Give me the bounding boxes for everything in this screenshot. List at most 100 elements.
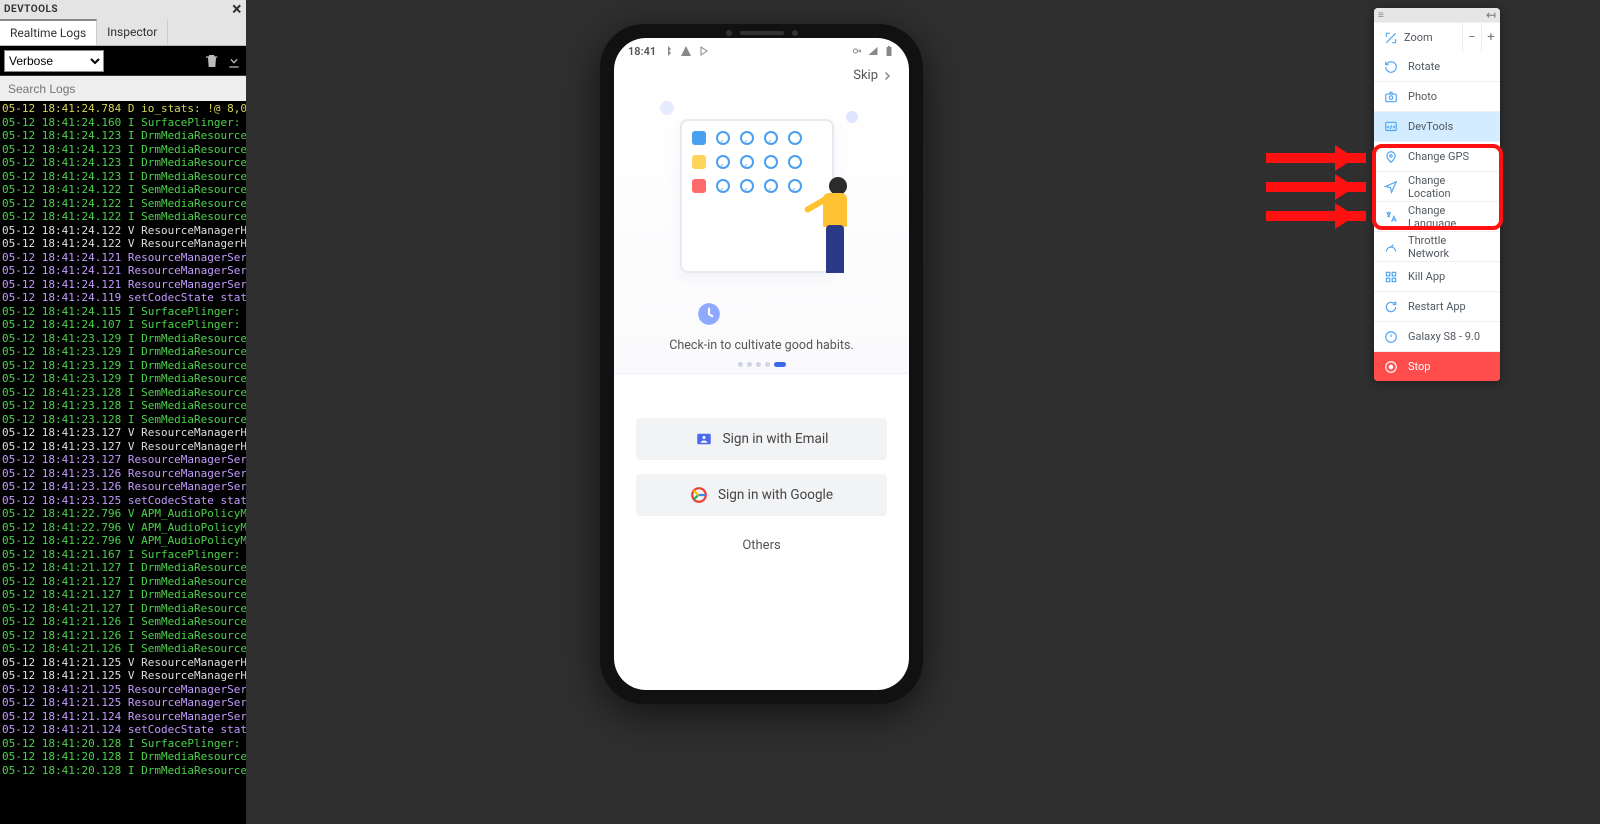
- signin-email-label: Sign in with Email: [723, 431, 829, 447]
- log-line: 05-12 18:41:22.796 V APM_AudioPolicyMana…: [2, 507, 244, 521]
- log-level-select[interactable]: Verbose: [4, 50, 104, 72]
- throttle-icon: [1384, 240, 1398, 254]
- status-bar: 18:41: [614, 38, 909, 64]
- log-line: 05-12 18:41:21.167 I SurfacePlinger: get…: [2, 548, 244, 562]
- collapse-icon[interactable]: ↤: [1486, 8, 1496, 22]
- toolbar-item-location[interactable]: Change Location: [1374, 171, 1500, 201]
- device-icon: [1384, 330, 1398, 344]
- log-line: 05-12 18:41:24.122 I SemMediaResourceHel…: [2, 210, 244, 224]
- chevron-right-icon: [881, 70, 893, 82]
- close-icon[interactable]: ×: [232, 3, 242, 17]
- skip-button[interactable]: Skip: [614, 64, 909, 83]
- toolbar-item-rotate[interactable]: Rotate: [1374, 52, 1500, 81]
- email-icon: [695, 430, 713, 448]
- toolbar-item-gps[interactable]: Change GPS: [1374, 141, 1500, 171]
- log-line: 05-12 18:41:23.128 I SemMediaResourceHel…: [2, 386, 244, 400]
- others-button[interactable]: Others: [614, 538, 909, 553]
- grip-icon: ≡: [1378, 10, 1385, 21]
- tab-realtime-logs[interactable]: Realtime Logs: [0, 19, 97, 45]
- signal-icon: [867, 45, 879, 57]
- skip-label: Skip: [853, 68, 878, 83]
- log-line: 05-12 18:41:24.119 setCodecState state :…: [2, 291, 244, 305]
- download-icon[interactable]: [226, 53, 242, 69]
- toolbar-item-restart[interactable]: Restart App: [1374, 291, 1500, 321]
- log-line: 05-12 18:41:23.129 I DrmMediaResourceHel…: [2, 359, 244, 373]
- log-line: 05-12 18:41:24.123 I DrmMediaResourceHel…: [2, 143, 244, 157]
- annotation-arrow: [1266, 211, 1366, 221]
- tab-inspector[interactable]: Inspector: [97, 19, 168, 45]
- gps-icon: [1384, 150, 1398, 164]
- toolbar-drag-handle[interactable]: ≡ ↤: [1374, 8, 1500, 22]
- zoom-label: Zoom: [1404, 31, 1462, 44]
- battery-icon: [883, 45, 895, 57]
- log-line: 05-12 18:41:21.127 I DrmMediaResourceHel…: [2, 575, 244, 589]
- log-line: 05-12 18:41:20.128 I DrmMediaResourceHel…: [2, 750, 244, 764]
- toolbar-item-label: Rotate: [1408, 60, 1440, 73]
- devtools-header: DEVTOOLS ×: [0, 0, 246, 19]
- google-icon: [690, 486, 708, 504]
- language-icon: [1384, 210, 1398, 224]
- devtools-panel: DEVTOOLS × Realtime Logs Inspector Verbo…: [0, 0, 246, 824]
- toolbar-item-label: Stop: [1408, 360, 1430, 373]
- toolbar-item-label: Kill App: [1408, 270, 1445, 283]
- log-line: 05-12 18:41:24.115 I SurfacePlinger: get…: [2, 305, 244, 319]
- log-line: 05-12 18:41:21.124 ResourceManagerServic…: [2, 710, 244, 724]
- log-line: 05-12 18:41:21.124 setCodecState state :…: [2, 723, 244, 737]
- toolbar-item-kill[interactable]: Kill App: [1374, 261, 1500, 291]
- toolbar-zoom: Zoom − +: [1374, 22, 1500, 52]
- phone-screen[interactable]: 18:41 Skip: [614, 38, 909, 690]
- log-line: 05-12 18:41:22.796 V APM_AudioPolicyMana…: [2, 534, 244, 548]
- search-logs-input[interactable]: [0, 76, 246, 101]
- log-line: 05-12 18:41:21.127 I DrmMediaResourceHel…: [2, 588, 244, 602]
- toolbar-item-label: Change Location: [1408, 174, 1490, 200]
- log-line: 05-12 18:41:24.784 D io_stats: !@ 8,0 r …: [2, 102, 244, 116]
- warning-icon: [680, 45, 692, 57]
- zoom-in-button[interactable]: +: [1481, 23, 1500, 52]
- toolbar-item-label: Restart App: [1408, 300, 1466, 313]
- log-line: 05-12 18:41:23.129 I DrmMediaResourceHel…: [2, 332, 244, 346]
- kill-icon: [1384, 270, 1398, 284]
- devtools-icon: [1384, 120, 1398, 134]
- status-time: 18:41: [628, 45, 656, 58]
- expand-icon[interactable]: [1384, 31, 1398, 45]
- toolbar-item-label: Change Language: [1408, 204, 1490, 230]
- toolbar-item-label: Throttle Network: [1408, 234, 1490, 260]
- toolbar-item-photo[interactable]: Photo: [1374, 81, 1500, 111]
- onboarding-illustration: Check-in to cultivate good habits.: [614, 93, 909, 374]
- phone-volume-button: [923, 144, 926, 190]
- log-line: 05-12 18:41:20.128 I DrmMediaResourceHel…: [2, 764, 244, 778]
- signin-google-button[interactable]: Sign in with Google: [636, 474, 887, 516]
- log-line: 05-12 18:41:23.129 I DrmMediaResourceHel…: [2, 345, 244, 359]
- log-line: 05-12 18:41:23.126 ResourceManagerServic…: [2, 467, 244, 481]
- zoom-out-button[interactable]: −: [1462, 23, 1481, 52]
- phone-power-button: [923, 199, 926, 269]
- log-line: 05-12 18:41:23.126 ResourceManagerServic…: [2, 480, 244, 494]
- toolbar-item-devtools[interactable]: DevTools: [1374, 111, 1500, 141]
- log-line: 05-12 18:41:21.126 I SemMediaResourceHel…: [2, 615, 244, 629]
- phone-emulator: 18:41 Skip: [600, 24, 923, 704]
- log-line: 05-12 18:41:23.129 I DrmMediaResourceHel…: [2, 372, 244, 386]
- log-line: 05-12 18:41:24.123 I DrmMediaResourceHel…: [2, 170, 244, 184]
- toolbar-item-label: Photo: [1408, 90, 1437, 103]
- signin-google-label: Sign in with Google: [718, 487, 833, 503]
- toolbar-item-throttle[interactable]: Throttle Network: [1374, 231, 1500, 261]
- log-line: 05-12 18:41:24.121 ResourceManagerServic…: [2, 278, 244, 292]
- log-output[interactable]: 05-12 18:41:24.784 D io_stats: !@ 8,0 r …: [0, 101, 246, 824]
- restart-icon: [1384, 300, 1398, 314]
- log-line: 05-12 18:41:21.125 ResourceManagerServic…: [2, 696, 244, 710]
- trash-icon[interactable]: [204, 53, 220, 69]
- log-line: 05-12 18:41:21.125 ResourceManagerServic…: [2, 683, 244, 697]
- log-line: 05-12 18:41:24.121 ResourceManagerServic…: [2, 251, 244, 265]
- toolbar-item-stop[interactable]: Stop: [1374, 351, 1500, 381]
- log-line: 05-12 18:41:24.123 I DrmMediaResourceHel…: [2, 129, 244, 143]
- log-line: 05-12 18:41:21.125 V ResourceManagerHelp…: [2, 669, 244, 683]
- log-line: 05-12 18:41:21.127 I DrmMediaResourceHel…: [2, 561, 244, 575]
- toolbar-item-language[interactable]: Change Language: [1374, 201, 1500, 231]
- toolbar-item-label: Galaxy S8 - 9.0: [1408, 330, 1480, 343]
- devtools-tabs: Realtime Logs Inspector: [0, 19, 246, 46]
- toolbar-item-device[interactable]: Galaxy S8 - 9.0: [1374, 321, 1500, 351]
- log-line: 05-12 18:41:23.127 V ResourceManagerHelp…: [2, 426, 244, 440]
- signin-email-button[interactable]: Sign in with Email: [636, 418, 887, 460]
- devtools-toolbar: Verbose: [0, 46, 246, 76]
- person-illustration: [799, 171, 859, 291]
